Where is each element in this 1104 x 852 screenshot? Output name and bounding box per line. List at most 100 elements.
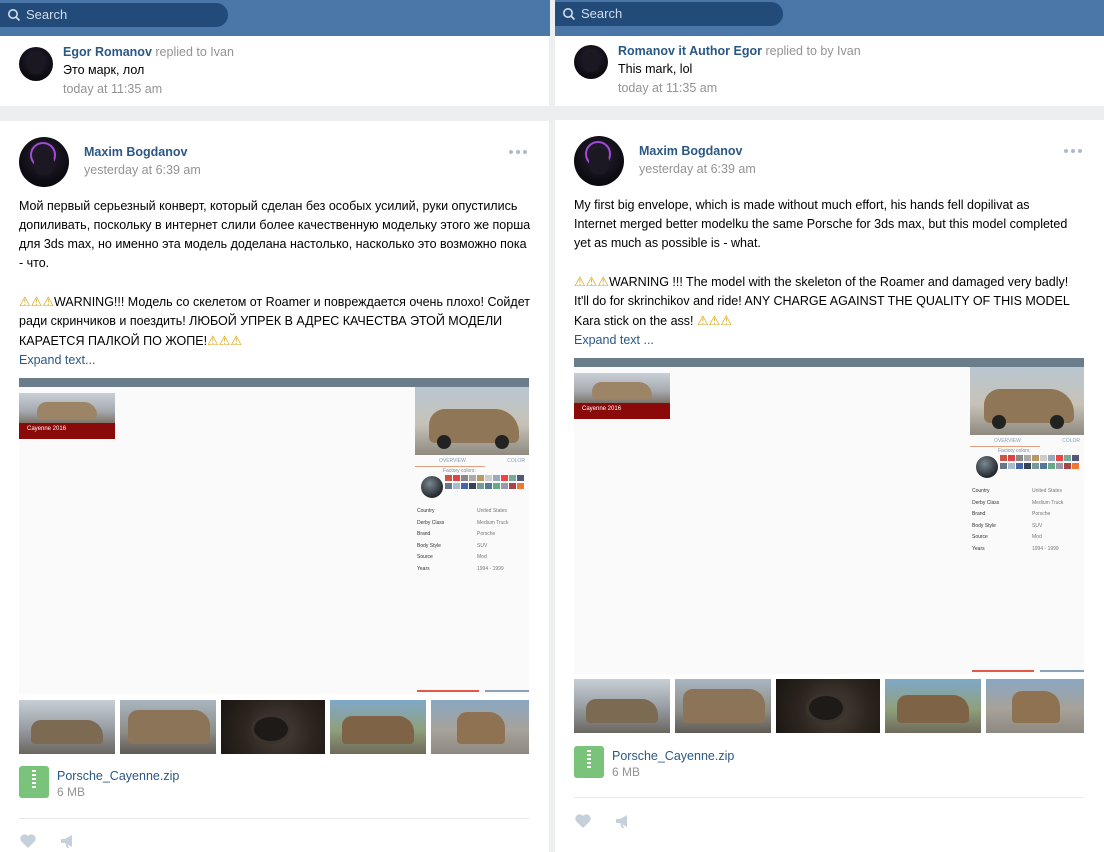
photo-thumbnails <box>574 679 1084 733</box>
reply-comment: Romanov it Author Egor replied to by Iva… <box>555 36 1104 106</box>
warning-icon: ⚠ <box>42 294 54 309</box>
post-paragraph: Мой первый серьезный конверт, который сд… <box>19 199 531 270</box>
share-megaphone-icon[interactable] <box>614 813 632 829</box>
heart-icon[interactable] <box>19 833 37 849</box>
photo-thumbnail[interactable] <box>330 700 426 754</box>
tab-color: COLOR <box>1062 438 1080 444</box>
post-text: Мой первый серьезный конверт, который сд… <box>19 197 533 370</box>
avatar[interactable] <box>19 137 69 187</box>
car-card: Cayenne 2016 <box>19 393 115 439</box>
search-icon <box>563 8 576 21</box>
post-text: My first big envelope, which is made wit… <box>574 196 1074 350</box>
reply-text: Это марк, лол <box>63 63 145 77</box>
search-icon <box>8 9 21 22</box>
warning-icon: ⚠ <box>218 333 231 348</box>
car-specs: Country United States Derby Class Medium T… <box>417 508 509 572</box>
attachment-file-name[interactable]: Porsche_Cayenne.zip <box>612 749 734 763</box>
post-paragraph: My first big envelope, which is made wit… <box>574 198 1068 250</box>
post-timestamp[interactable]: yesterday at 6:39 am <box>84 163 201 177</box>
color-palette: Factory colors: <box>970 448 1084 488</box>
attachment-file-size: 6 MB <box>612 765 641 779</box>
more-options-icon[interactable] <box>509 148 529 156</box>
reply-author-link[interactable]: Romanov it Author Egor <box>618 44 762 58</box>
warning-icon: ⚠ <box>708 313 721 328</box>
avatar[interactable] <box>19 47 53 81</box>
reply-timestamp[interactable]: today at 11:35 am <box>63 82 162 96</box>
factory-colors-label: Factory colors: <box>443 468 476 474</box>
reply-header: Egor Romanov replied to Ivan <box>63 45 234 59</box>
car-card: Cayenne 2016 <box>574 373 670 419</box>
car-card-label: Cayenne 2016 <box>582 406 622 412</box>
photo-thumbnail[interactable] <box>120 700 216 754</box>
warning-icon: ⚠ <box>697 313 709 328</box>
search-input[interactable]: Search <box>0 3 228 27</box>
divider <box>19 818 529 819</box>
photo-thumbnail[interactable] <box>431 700 529 754</box>
search-input[interactable]: Search <box>555 2 783 26</box>
warning-icon: ⚠ <box>207 333 219 348</box>
avatar[interactable] <box>574 136 624 186</box>
reply-author-link[interactable]: Egor Romanov <box>63 45 152 59</box>
reply-text: This mark, lol <box>618 62 693 76</box>
post-timestamp[interactable]: yesterday at 6:39 am <box>639 162 756 176</box>
heart-icon[interactable] <box>574 813 592 829</box>
attachment-file-name[interactable]: Porsche_Cayenne.zip <box>57 769 179 783</box>
post: Maxim Bogdanov yesterday at 6:39 am Мой … <box>0 121 549 852</box>
photo-thumbnails <box>19 700 529 754</box>
post-warning-paragraph: ⚠⚠⚠WARNING !!! The model with the skelet… <box>574 272 1074 331</box>
avatar[interactable] <box>574 45 608 79</box>
reply-comment: Egor Romanov replied to Ivan Это марк, л… <box>0 36 549 106</box>
photo-thumbnail[interactable] <box>986 679 1084 733</box>
share-megaphone-icon[interactable] <box>59 833 77 849</box>
warning-icon: ⚠ <box>585 274 598 289</box>
attachment-file-size: 6 MB <box>57 785 86 799</box>
post-author-link[interactable]: Maxim Bogdanov <box>84 145 188 159</box>
tab-overview: OVERVIEW <box>994 438 1021 444</box>
car-tabs: OVERVIEW COLOR <box>970 437 1084 447</box>
factory-colors-label: Factory colors: <box>998 448 1031 454</box>
warning-icon: ⚠ <box>19 294 31 309</box>
post-warning-paragraph: ⚠⚠⚠WARNING!!! Модель со скелетом от Roam… <box>19 292 533 351</box>
feed-pane-translated: Search Romanov it Author Egor replied to… <box>555 0 1104 852</box>
photo-thumbnail[interactable] <box>574 679 670 733</box>
top-bar: Search <box>555 0 1104 36</box>
feed-pane-original: Search Egor Romanov replied to Ivan Это … <box>0 0 550 852</box>
car-card-label: Cayenne 2016 <box>27 426 67 432</box>
warning-icon: ⚠ <box>574 274 586 289</box>
tab-color: COLOR <box>507 458 525 464</box>
car-preview <box>970 367 1084 435</box>
post-author-link[interactable]: Maxim Bogdanov <box>639 144 743 158</box>
game-screenshot[interactable]: Cayenne 2016 OVERVIEW COLOR Factory colo… <box>19 378 529 694</box>
reply-timestamp[interactable]: today at 11:35 am <box>618 81 717 95</box>
color-palette: Factory colors: <box>415 468 529 508</box>
divider <box>574 797 1084 798</box>
photo-thumbnail[interactable] <box>19 700 115 754</box>
car-tabs: OVERVIEW COLOR <box>415 457 529 467</box>
warning-icon: ⚠ <box>30 294 43 309</box>
search-placeholder: Search <box>581 6 623 21</box>
warning-icon: ⚠ <box>720 313 732 328</box>
warning-icon: ⚠ <box>230 333 243 348</box>
car-specs: Country United States Derby Class Medium T… <box>972 488 1064 552</box>
zip-file-icon[interactable] <box>19 766 49 798</box>
reply-header: Romanov it Author Egor replied to by Iva… <box>618 44 861 58</box>
game-screenshot[interactable]: Cayenne 2016 OVERVIEW COLOR Factory colo… <box>574 358 1084 674</box>
photo-thumbnail[interactable] <box>776 679 880 733</box>
expand-text-link[interactable]: Expand text ... <box>574 331 1074 350</box>
warning-text: WARNING !!! The model with the skeleton … <box>574 275 1070 328</box>
photo-thumbnail[interactable] <box>885 679 981 733</box>
expand-text-link[interactable]: Expand text... <box>19 351 533 370</box>
top-bar: Search <box>0 0 550 36</box>
warning-text: WARNING!!! Модель со скелетом от Roamer … <box>19 295 530 348</box>
warning-icon: ⚠ <box>597 274 609 289</box>
more-options-icon[interactable] <box>1064 147 1084 155</box>
zip-file-icon[interactable] <box>574 746 604 778</box>
reply-target: replied to by Ivan <box>765 44 861 58</box>
car-preview <box>415 387 529 455</box>
photo-thumbnail[interactable] <box>675 679 771 733</box>
search-placeholder: Search <box>26 7 68 22</box>
photo-thumbnail[interactable] <box>221 700 325 754</box>
tab-overview: OVERVIEW <box>439 458 466 464</box>
reply-target: replied to Ivan <box>155 45 234 59</box>
post: Maxim Bogdanov yesterday at 6:39 am My f… <box>555 120 1104 852</box>
